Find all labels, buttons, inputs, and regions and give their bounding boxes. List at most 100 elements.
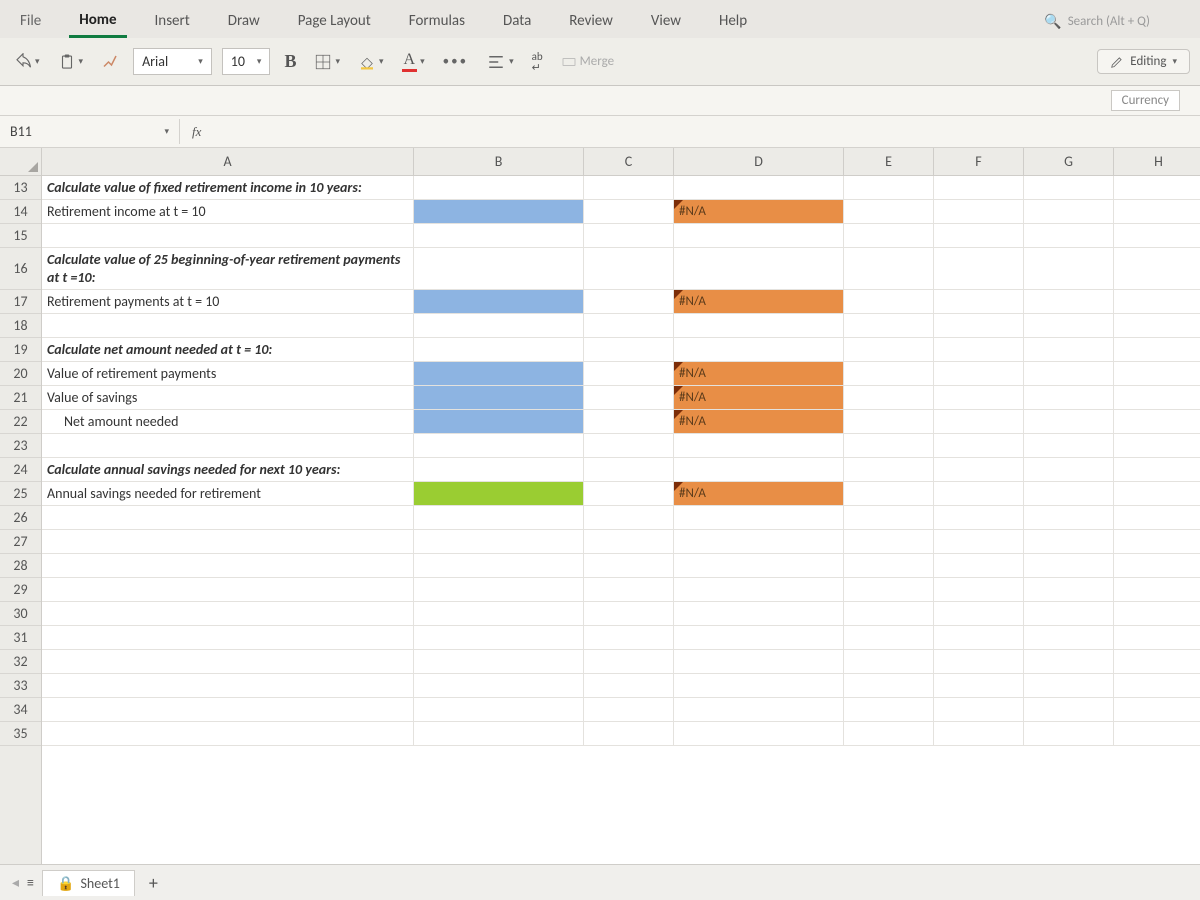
align-button[interactable]: ▾ <box>482 50 518 74</box>
row-header-34[interactable]: 34 <box>0 698 41 722</box>
cell-F28[interactable] <box>934 554 1024 577</box>
cell-G20[interactable] <box>1024 362 1114 385</box>
cell-B26[interactable] <box>414 506 584 529</box>
cell-E23[interactable] <box>844 434 934 457</box>
cell-G30[interactable] <box>1024 602 1114 625</box>
cell-E30[interactable] <box>844 602 934 625</box>
tab-file[interactable]: File <box>10 6 51 36</box>
merge-button[interactable]: Merge <box>557 51 618 73</box>
cell-F33[interactable] <box>934 674 1024 697</box>
cell-F31[interactable] <box>934 626 1024 649</box>
cell-A19[interactable]: Calculate net amount needed at t = 10: <box>42 338 414 361</box>
cell-H24[interactable] <box>1114 458 1200 481</box>
fill-color-button[interactable]: ▾ <box>354 50 388 74</box>
cell-D24[interactable] <box>674 458 844 481</box>
select-all-corner[interactable] <box>0 148 42 176</box>
cell-B15[interactable] <box>414 224 584 247</box>
tab-review[interactable]: Review <box>559 6 623 36</box>
cell-E19[interactable] <box>844 338 934 361</box>
cell-F18[interactable] <box>934 314 1024 337</box>
cell-B17[interactable] <box>414 290 584 313</box>
cell-D20[interactable]: #N/A <box>674 362 844 385</box>
cell-F26[interactable] <box>934 506 1024 529</box>
paste-button[interactable]: ▾ <box>54 49 88 75</box>
col-header-H[interactable]: H <box>1114 148 1200 175</box>
cell-B21[interactable] <box>414 386 584 409</box>
cell-H19[interactable] <box>1114 338 1200 361</box>
formula-bar[interactable] <box>213 128 1200 136</box>
row-header-18[interactable]: 18 <box>0 314 41 338</box>
row-header-29[interactable]: 29 <box>0 578 41 602</box>
cell-F17[interactable] <box>934 290 1024 313</box>
row-header-32[interactable]: 32 <box>0 650 41 674</box>
cell-G28[interactable] <box>1024 554 1114 577</box>
row-header-16[interactable]: 16 <box>0 248 41 290</box>
cell-E13[interactable] <box>844 176 934 199</box>
cell-E32[interactable] <box>844 650 934 673</box>
cell-A32[interactable] <box>42 650 414 673</box>
row-header-35[interactable]: 35 <box>0 722 41 746</box>
cell-C16[interactable] <box>584 248 674 289</box>
cell-E29[interactable] <box>844 578 934 601</box>
cell-H16[interactable] <box>1114 248 1200 289</box>
cell-H32[interactable] <box>1114 650 1200 673</box>
cell-F34[interactable] <box>934 698 1024 721</box>
cell-F22[interactable] <box>934 410 1024 433</box>
row-header-25[interactable]: 25 <box>0 482 41 506</box>
scroll-left-icon[interactable]: ◂ <box>12 874 19 891</box>
cell-C35[interactable] <box>584 722 674 745</box>
cell-G17[interactable] <box>1024 290 1114 313</box>
cell-E17[interactable] <box>844 290 934 313</box>
cell-C29[interactable] <box>584 578 674 601</box>
cell-G32[interactable] <box>1024 650 1114 673</box>
row-header-27[interactable]: 27 <box>0 530 41 554</box>
cell-G31[interactable] <box>1024 626 1114 649</box>
cell-H31[interactable] <box>1114 626 1200 649</box>
cell-G19[interactable] <box>1024 338 1114 361</box>
cell-D28[interactable] <box>674 554 844 577</box>
row-header-24[interactable]: 24 <box>0 458 41 482</box>
cell-C15[interactable] <box>584 224 674 247</box>
cell-F30[interactable] <box>934 602 1024 625</box>
cell-A16[interactable]: Calculate value of 25 beginning-of-year … <box>42 248 414 289</box>
cell-B16[interactable] <box>414 248 584 289</box>
cell-C34[interactable] <box>584 698 674 721</box>
cell-H27[interactable] <box>1114 530 1200 553</box>
cell-E28[interactable] <box>844 554 934 577</box>
cell-H21[interactable] <box>1114 386 1200 409</box>
cell-A28[interactable] <box>42 554 414 577</box>
sheet-tab-1[interactable]: 🔒 Sheet1 <box>42 870 135 896</box>
row-header-17[interactable]: 17 <box>0 290 41 314</box>
row-header-20[interactable]: 20 <box>0 362 41 386</box>
cell-A23[interactable] <box>42 434 414 457</box>
cell-G26[interactable] <box>1024 506 1114 529</box>
wrap-text-button[interactable]: ab↵ <box>528 48 547 76</box>
cell-A17[interactable]: Retirement payments at t = 10 <box>42 290 414 313</box>
more-font-button[interactable]: ••• <box>439 51 472 72</box>
cell-B31[interactable] <box>414 626 584 649</box>
cell-B18[interactable] <box>414 314 584 337</box>
cell-C28[interactable] <box>584 554 674 577</box>
cell-H34[interactable] <box>1114 698 1200 721</box>
cell-G35[interactable] <box>1024 722 1114 745</box>
undo-button[interactable]: ▾ <box>10 50 44 74</box>
cell-H25[interactable] <box>1114 482 1200 505</box>
col-header-F[interactable]: F <box>934 148 1024 175</box>
cell-B25[interactable] <box>414 482 584 505</box>
cell-D29[interactable] <box>674 578 844 601</box>
tab-page-layout[interactable]: Page Layout <box>288 6 381 36</box>
cell-H33[interactable] <box>1114 674 1200 697</box>
cell-H14[interactable] <box>1114 200 1200 223</box>
format-painter-button[interactable] <box>97 50 123 74</box>
cell-D13[interactable] <box>674 176 844 199</box>
cell-B27[interactable] <box>414 530 584 553</box>
cell-E20[interactable] <box>844 362 934 385</box>
sheet-menu-icon[interactable]: ≡ <box>27 874 34 891</box>
cell-B23[interactable] <box>414 434 584 457</box>
cell-C13[interactable] <box>584 176 674 199</box>
cell-D22[interactable]: #N/A <box>674 410 844 433</box>
cell-A34[interactable] <box>42 698 414 721</box>
cell-C23[interactable] <box>584 434 674 457</box>
cell-G13[interactable] <box>1024 176 1114 199</box>
cell-B33[interactable] <box>414 674 584 697</box>
